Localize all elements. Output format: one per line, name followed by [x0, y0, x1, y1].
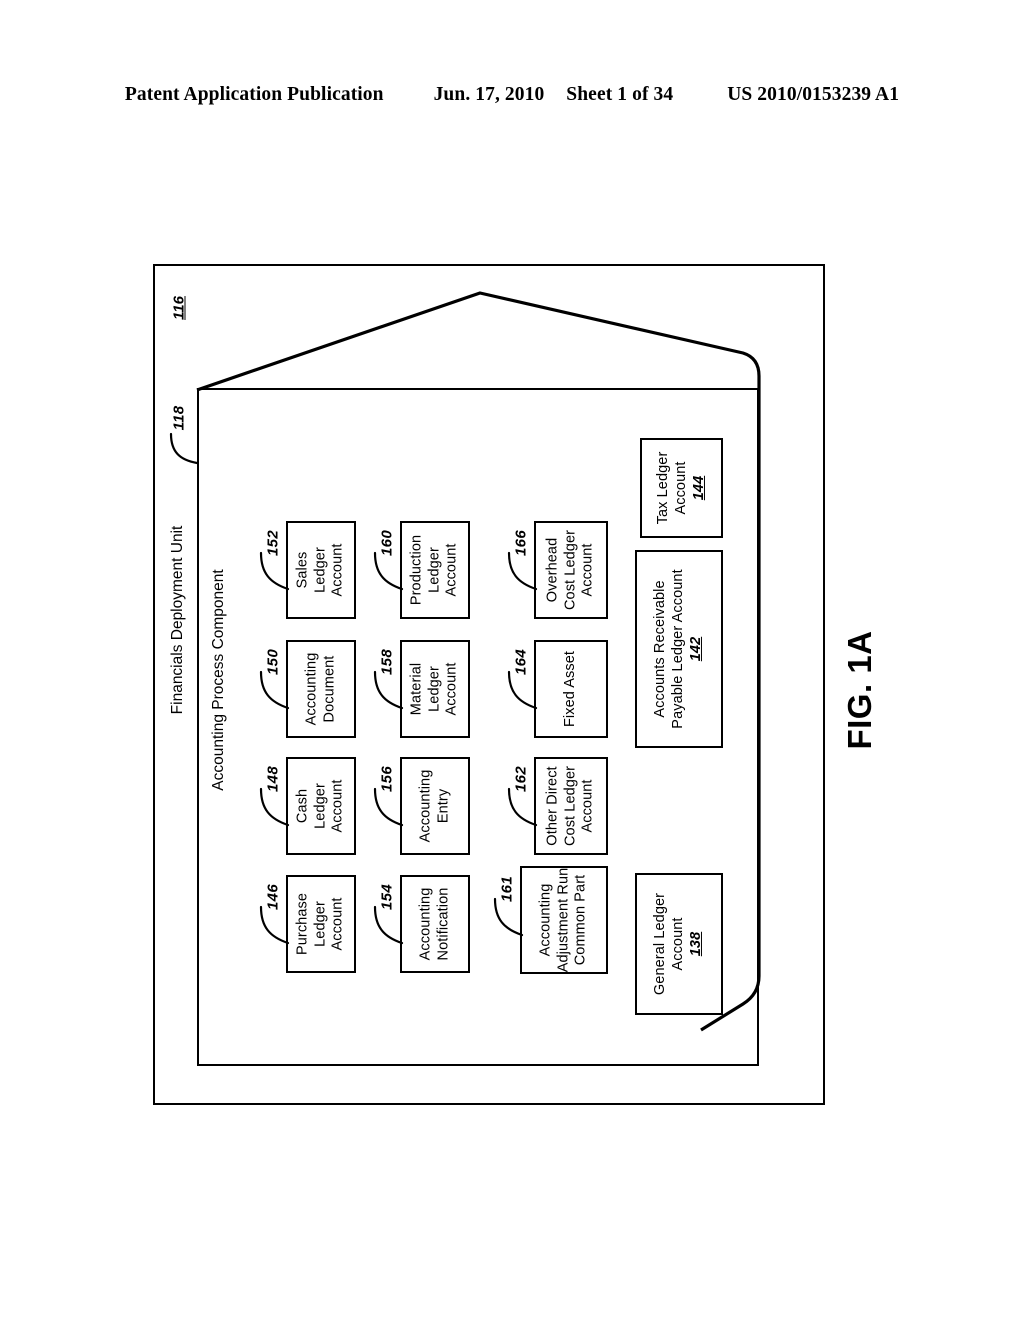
ref-156: 156 — [364, 756, 410, 802]
figure-caption: FIG. 1A — [790, 600, 930, 780]
financials-deployment-unit-title-text: Financials Deployment Unit — [169, 525, 186, 715]
component-fixed-asset-label: Fixed Asset — [562, 650, 579, 728]
accounting-process-component-title-text: Accounting Process Component — [210, 569, 227, 791]
ref-152-number: 152 — [264, 530, 282, 556]
ref-118: 118 — [156, 395, 202, 441]
component-sales-ledger-account[interactable]: Sales Ledger Account — [286, 521, 356, 619]
ref-146: 146 — [250, 874, 296, 920]
ref-152: 152 — [250, 520, 296, 566]
ref-154-number: 154 — [378, 884, 396, 910]
component-fixed-asset[interactable]: Fixed Asset — [534, 640, 608, 738]
component-accounting-document[interactable]: Accounting Document — [286, 640, 356, 738]
ref-138-number: 138 — [688, 931, 705, 957]
component-purchase-ledger-account-label: Purchase Ledger Account — [294, 892, 346, 956]
ref-164: 164 — [498, 639, 544, 685]
component-accounting-entry-label: Accounting Entry — [417, 769, 451, 843]
component-purchase-ledger-account[interactable]: Purchase Ledger Account — [286, 875, 356, 973]
component-accounting-document-label: Accounting Document — [303, 652, 337, 726]
component-tax-ledger-account[interactable]: Tax Ledger Account 144 — [640, 438, 723, 538]
ref-158: 158 — [364, 639, 410, 685]
ref-150: 150 — [250, 639, 296, 685]
ref-166-number: 166 — [512, 530, 530, 556]
ref-116-number: 116 — [170, 296, 188, 320]
component-other-direct-cost-ledger-account-label: Other Direct Cost Ledger Account — [544, 765, 596, 847]
ref-142-number: 142 — [688, 636, 705, 662]
ref-116: 116 — [156, 285, 202, 331]
ref-162-number: 162 — [512, 766, 530, 792]
ref-118-number: 118 — [170, 405, 188, 431]
ref-148-number: 148 — [264, 766, 282, 792]
ref-150-number: 150 — [264, 649, 282, 675]
component-general-ledger-account-label: General Ledger Account 138 — [651, 892, 705, 996]
component-accounts-receivable-payable-ledger-account[interactable]: Accounts Receivable Payable Ledger Accou… — [635, 550, 723, 748]
component-production-ledger-account[interactable]: Production Ledger Account — [400, 521, 470, 619]
component-accounting-adjustment-run-label: Accounting Adjustment Run Common Part — [537, 867, 589, 973]
ref-148: 148 — [250, 756, 296, 802]
component-material-ledger-account[interactable]: Material Ledger Account — [400, 640, 470, 738]
component-material-ledger-account-label: Material Ledger Account — [408, 662, 460, 716]
component-accounting-entry[interactable]: Accounting Entry — [400, 757, 470, 855]
ref-158-number: 158 — [378, 649, 396, 675]
component-production-ledger-account-label: Production Ledger Account — [408, 534, 460, 606]
ref-146-number: 146 — [264, 884, 282, 910]
component-accounting-adjustment-run[interactable]: Accounting Adjustment Run Common Part — [520, 866, 608, 974]
component-sales-ledger-account-label: Sales Ledger Account — [294, 543, 346, 597]
figure-1a: Financials Deployment Unit Accounting Pr… — [0, 0, 1024, 1320]
component-overhead-cost-ledger-account-label: Overhead Cost Ledger Account — [544, 529, 596, 611]
ref-164-number: 164 — [512, 649, 530, 675]
figure-caption-text: FIG. 1A — [841, 630, 878, 750]
ref-160-number: 160 — [378, 530, 396, 556]
accounting-process-component-title: Accounting Process Component — [209, 480, 229, 880]
financials-deployment-unit-title: Financials Deployment Unit — [168, 420, 188, 820]
component-other-direct-cost-ledger-account[interactable]: Other Direct Cost Ledger Account — [534, 757, 608, 855]
component-overhead-cost-ledger-account[interactable]: Overhead Cost Ledger Account — [534, 521, 608, 619]
component-tax-ledger-account-label: Tax Ledger Account 144 — [654, 451, 707, 525]
ref-161-number: 161 — [498, 876, 516, 902]
component-accounting-notification[interactable]: Accounting Notification — [400, 875, 470, 973]
component-accounts-receivable-payable-ledger-account-label: Accounts Receivable Payable Ledger Accou… — [651, 569, 705, 729]
component-accounting-notification-label: Accounting Notification — [417, 887, 451, 961]
component-cash-ledger-account[interactable]: Cash Ledger Account — [286, 757, 356, 855]
component-cash-ledger-account-label: Cash Ledger Account — [294, 779, 346, 833]
ref-144-number: 144 — [690, 475, 707, 501]
ref-161: 161 — [484, 866, 530, 912]
component-general-ledger-account[interactable]: General Ledger Account 138 — [635, 873, 723, 1015]
ref-160: 160 — [364, 520, 410, 566]
ref-154: 154 — [364, 874, 410, 920]
ref-162: 162 — [498, 756, 544, 802]
ref-156-number: 156 — [378, 766, 396, 792]
ref-166: 166 — [498, 520, 544, 566]
